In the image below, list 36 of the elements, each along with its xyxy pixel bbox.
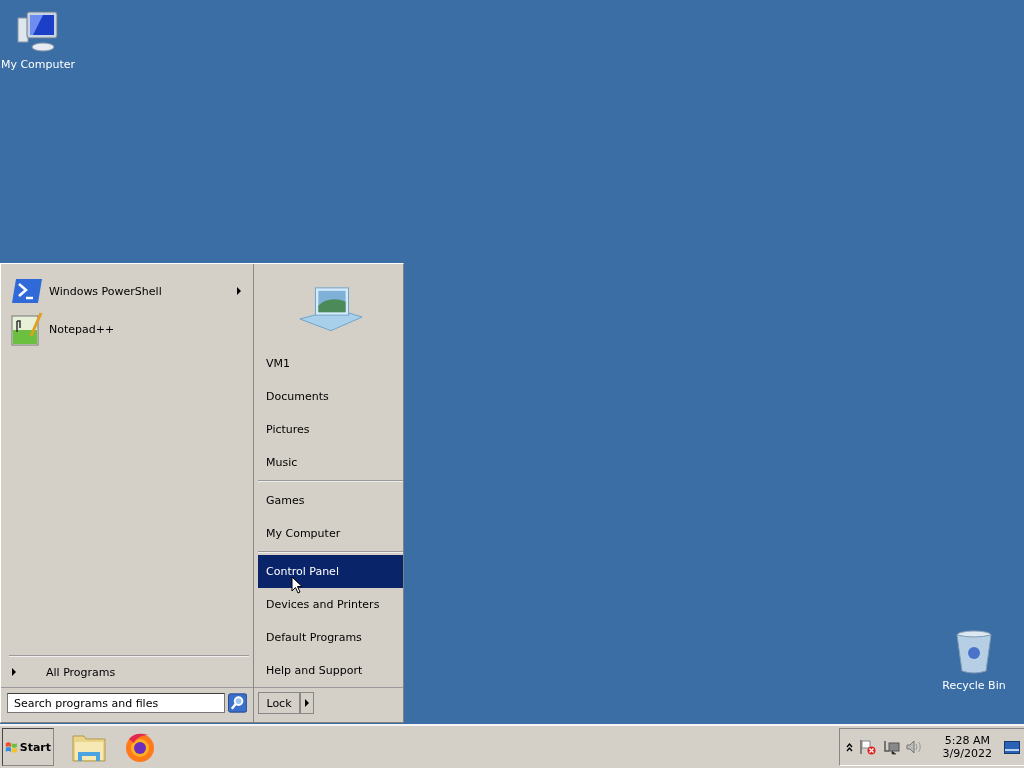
laptop-picture-icon	[296, 284, 365, 333]
notepad-icon	[11, 312, 43, 346]
menu-item[interactable]: My Computer	[258, 516, 403, 550]
start-button[interactable]: Start	[2, 728, 54, 766]
clock-time: 5:28 AM	[944, 734, 990, 747]
menu-item[interactable]: Help and Support	[258, 654, 403, 688]
speaker-icon[interactable]	[905, 739, 923, 755]
menu-item[interactable]: Documents	[258, 379, 403, 413]
computer-icon[interactable]	[15, 10, 61, 54]
program-item[interactable]: Notepad++	[11, 312, 245, 346]
menu-item[interactable]: Devices and Printers	[258, 587, 403, 621]
trash-bin-icon[interactable]	[954, 629, 994, 675]
menu-item[interactable]: Games	[258, 483, 403, 517]
browser-icon[interactable]	[124, 731, 156, 763]
desktop-icon-label[interactable]: My Computer	[0, 58, 76, 71]
menu-item[interactable]: Control Panel	[258, 554, 403, 588]
all-programs-item[interactable]: All Programs	[9, 655, 249, 687]
search-field[interactable]: Search programs and files	[7, 693, 225, 713]
program-item[interactable]: Windows PowerShell	[11, 274, 245, 308]
show-hidden-icons-icon[interactable]	[845, 742, 853, 752]
menu-item[interactable]: Music	[258, 445, 403, 479]
mouse-cursor-icon	[291, 576, 303, 594]
menu-item[interactable]: Pictures	[258, 412, 403, 446]
network-icon[interactable]	[882, 739, 900, 755]
menu-item[interactable]: VM1	[258, 346, 403, 380]
desktop-icon-label[interactable]: Recycle Bin	[942, 679, 1006, 692]
clock[interactable]: 5:28 AM 3/9/2022	[928, 734, 998, 760]
lock-button[interactable]: Lock	[258, 692, 300, 715]
terminal-icon	[11, 278, 43, 304]
lock-options-button[interactable]	[300, 692, 314, 715]
search-icon[interactable]	[227, 693, 247, 713]
clock-date: 3/9/2022	[942, 747, 992, 760]
flag-icon[interactable]	[858, 739, 877, 755]
show-desktop-icon[interactable]	[1004, 740, 1020, 754]
windows-logo-icon	[5, 739, 18, 755]
menu-item[interactable]: Default Programs	[258, 620, 403, 654]
